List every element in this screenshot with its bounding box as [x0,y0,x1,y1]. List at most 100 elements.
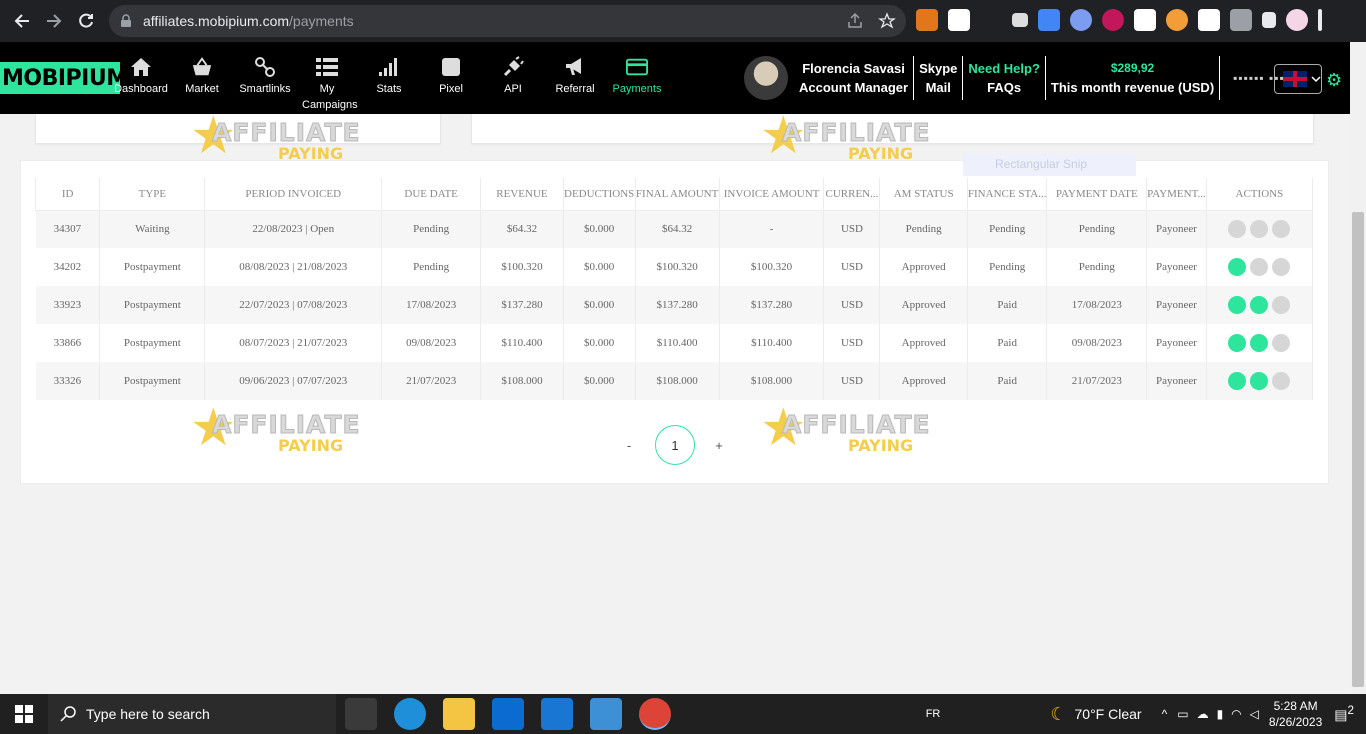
upload-invoice-icon[interactable] [1272,372,1291,390]
notion-extension-icon[interactable] [948,9,970,31]
col-id[interactable]: ID [34,178,101,211]
menu-dashboard[interactable]: Dashboard [112,42,170,114]
side-panel-icon[interactable] [1262,12,1276,28]
input-language[interactable]: FR [926,708,941,720]
menu-my-campaigns[interactable]: My Campaigns [296,42,358,114]
download-pdf-icon[interactable] [1250,258,1269,276]
profile-avatar-icon[interactable] [1286,9,1308,31]
back-button[interactable] [6,5,38,37]
notification-icon[interactable]: ▤2 [1334,704,1354,724]
account-manager: Florencia Savasi Account Manager [799,61,909,95]
upload-invoice-icon[interactable] [1272,296,1291,314]
menu-stats[interactable]: Stats [358,42,420,114]
cell-invoice-amount: $137.280 [719,286,825,324]
gear-icon[interactable]: ⚙ [1326,70,1342,91]
cell-id: 34202 [35,248,101,286]
theme-extension-icon[interactable] [1166,9,1188,31]
file-explorer-icon[interactable] [443,698,475,730]
download-pdf-icon[interactable] [1250,296,1269,314]
edge-icon[interactable] [394,698,426,730]
col-finance-status[interactable]: FINANCE STA... [966,178,1048,211]
meet-icon[interactable]: ▭ [1177,707,1188,721]
menu-smartlinks[interactable]: Smartlinks [234,42,296,114]
record-extension-icon[interactable] [1102,9,1124,31]
col-payment-method[interactable]: PAYMENT... [1146,178,1207,211]
upload-invoice-icon[interactable] [1272,258,1291,276]
table-row: 34307 Waiting 22/08/2023 | Open Pending $64.… [35,210,1314,248]
col-revenue[interactable]: REVENUE [480,178,564,211]
view-invoice-icon[interactable] [1228,372,1247,390]
menu-api[interactable]: API [482,42,544,114]
col-type[interactable]: TYPE [99,178,206,211]
col-due-date[interactable]: DUE DATE [381,178,482,211]
clock[interactable]: 5:28 AM 8/26/2023 [1269,698,1322,730]
menu-pixel[interactable]: Pixel [420,42,482,114]
upload-invoice-icon[interactable] [1272,334,1291,352]
menu-market[interactable]: Market [170,42,234,114]
wifi-icon[interactable]: ◠ [1231,707,1241,721]
cell-type: Postpayment [99,362,206,400]
link-icon [254,56,276,78]
need-help-link[interactable]: Need Help? [968,59,1040,78]
language-selector[interactable] [1274,64,1322,94]
pen-extension-icon[interactable] [1134,9,1156,31]
download-pdf-icon[interactable] [1250,220,1269,239]
task-view-icon[interactable] [345,698,377,730]
chrome-menu-icon[interactable] [1318,9,1322,31]
view-invoice-icon[interactable] [1228,334,1247,352]
window-extension-icon[interactable] [1012,13,1028,27]
bookmark-star-icon[interactable] [878,12,896,30]
battery-icon[interactable]: ▮ [1217,707,1224,721]
app-icon[interactable] [590,698,622,730]
metamask-extension-icon[interactable] [916,9,938,31]
card-icon [626,56,648,78]
summary-card-left [35,114,441,144]
puzzle-extensions-icon[interactable] [1230,9,1252,31]
windows-start-icon[interactable] [0,694,48,734]
col-deductions[interactable]: DEDUCTIONS [562,178,636,211]
store-icon[interactable] [492,698,524,730]
download-pdf-icon[interactable] [1250,334,1269,352]
weather-text[interactable]: 70°F Clear [1075,706,1142,722]
menu-referral[interactable]: Referral [544,42,606,114]
cloud-icon[interactable]: ☁ [1197,707,1209,721]
col-am-status[interactable]: AM STATUS [879,178,968,211]
forward-button[interactable] [38,5,70,37]
cell-id: 34307 [35,210,101,248]
extension-icon[interactable] [980,9,1002,31]
page-scrollbar[interactable] [1350,42,1366,694]
col-currency[interactable]: CURREN... [823,178,881,211]
upload-invoice-icon[interactable] [1272,220,1291,239]
skype-link[interactable]: Skype [919,59,957,78]
reload-button[interactable] [70,5,102,37]
col-invoice-amount[interactable]: INVOICE AMOUNT [718,178,825,211]
chrome-icon[interactable] [639,698,671,730]
col-payment-date[interactable]: PAYMENT DATE [1046,178,1148,211]
view-invoice-icon[interactable] [1228,296,1247,314]
chevron-up-icon[interactable]: ^ [1162,707,1168,721]
volume-icon[interactable]: ◁ [1250,707,1259,721]
view-invoice-icon[interactable] [1228,220,1247,239]
translate-extension-icon[interactable] [1038,9,1060,31]
col-period-invoiced[interactable]: PERIOD INVOICED [204,178,383,211]
mail-icon[interactable] [541,698,573,730]
mail-link[interactable]: Mail [919,78,957,97]
next-page-button[interactable]: + [699,425,739,465]
download-pdf-icon[interactable] [1250,372,1269,390]
address-bar[interactable]: affiliates.mobipium.com/payments [109,5,906,37]
share-icon[interactable] [846,12,864,30]
media-extension-icon[interactable] [1198,9,1220,31]
search-extension-icon[interactable] [1070,9,1092,31]
cell-revenue: $108.000 [480,362,564,400]
prev-page-button[interactable]: - [609,425,649,465]
taskbar-search[interactable]: Type here to search [48,694,336,734]
page-1-button[interactable]: 1 [655,425,695,465]
col-final-amount[interactable]: FINAL AMOUNT [634,178,720,211]
scrollbar-thumb[interactable] [1352,212,1364,687]
menu-payments[interactable]: Payments [606,42,668,114]
cell-currency: USD [823,324,881,362]
view-invoice-icon[interactable] [1228,258,1247,276]
cell-invoice-amount: $108.000 [719,362,825,400]
faqs-link[interactable]: FAQs [968,78,1040,97]
mobipium-logo[interactable]: MOBIPIUM [0,62,128,94]
